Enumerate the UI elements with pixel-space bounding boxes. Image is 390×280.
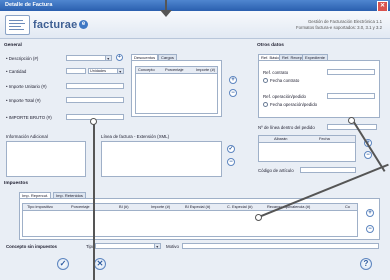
cantidad-input[interactable] xyxy=(66,68,86,74)
column-co: Co xyxy=(345,204,350,209)
codigo-articulo-input[interactable] xyxy=(300,167,356,173)
column-porcentaje: Porcentaje xyxy=(165,67,184,72)
albaran-table: Albarán Fecha xyxy=(258,135,356,162)
column-albaran: Albarán xyxy=(274,136,288,141)
motivo-input[interactable] xyxy=(182,243,379,249)
codigo-articulo-label: Código de artículo xyxy=(258,168,294,173)
column-bi: BI (#) xyxy=(119,204,129,209)
ref-contrato-input[interactable] xyxy=(327,69,375,75)
num-linea-input[interactable] xyxy=(327,124,377,130)
descripcion-add-button[interactable]: + xyxy=(116,54,123,61)
document-logo-icon xyxy=(5,15,30,35)
ref-operacion-label: Ref. operación/pedido xyxy=(263,94,306,99)
fecha-operacion-checkbox[interactable] xyxy=(263,102,268,107)
descripcion-label: • Descripción (#) xyxy=(6,56,39,61)
annotation-dot-bottom xyxy=(255,214,262,221)
importe-total-input[interactable] xyxy=(66,97,124,103)
num-linea-label: Nº de línea dentro del pedido xyxy=(258,125,315,130)
title-bar: Detalle de Factura ✕ xyxy=(0,0,390,12)
extension-xml-textarea[interactable] xyxy=(101,141,222,177)
motivo-label: Motivo xyxy=(166,244,179,249)
concepto-sin-impuestos-label: Concepto sin impuestos xyxy=(6,244,57,249)
fecha-contrato-checkbox[interactable] xyxy=(263,78,268,83)
informacion-adicional-label: Información Adicional xyxy=(6,134,48,139)
descuentos-table-header: Concepto Porcentaje Importe (#) xyxy=(136,67,217,74)
descuentos-panel: Concepto Porcentaje Importe (#) xyxy=(131,60,222,117)
unidad-select[interactable]: Unidades ▼ xyxy=(88,68,124,74)
help-button[interactable]: ? xyxy=(360,258,372,270)
importe-bruto-label: • IMPORTE BRUTO (#) xyxy=(6,115,52,120)
tipo-select[interactable]: ▼ xyxy=(95,243,161,249)
impuestos-panel: Tipo impositivo Porcentaje BI (#) Import… xyxy=(19,198,380,240)
facturae-logo: facturae xyxy=(33,19,78,31)
otros-datos-section-title: Otros datos xyxy=(257,43,284,48)
descuentos-table: Concepto Porcentaje Importe (#) xyxy=(135,66,218,114)
accept-button[interactable]: ✓ xyxy=(57,258,69,270)
extension-edit-button[interactable]: ✓ xyxy=(227,145,235,153)
informacion-adicional-textarea[interactable] xyxy=(6,141,86,177)
supported-formats: Formatos factura-e soportados: 3.0, 3.1 … xyxy=(296,25,382,30)
cantidad-label: • Cantidad xyxy=(6,69,27,74)
column-bi-especial: BI Especial (#) xyxy=(185,204,211,209)
albaran-table-header: Albarán Fecha xyxy=(259,136,355,143)
ref-contrato-label: Ref. contrato xyxy=(263,70,289,75)
ref-operacion-input[interactable] xyxy=(327,93,375,99)
annotation-arrowhead-top xyxy=(160,10,172,17)
extension-clear-button[interactable]: − xyxy=(227,158,235,166)
descuento-add-button[interactable]: + xyxy=(229,76,237,84)
cancel-button[interactable]: ✕ xyxy=(94,258,106,270)
column-c-especial: C. Especial (#) xyxy=(227,204,253,209)
column-importe-imp: Importe (#) xyxy=(151,204,171,209)
column-fecha: Fecha xyxy=(319,136,330,141)
importe-total-label: • Importe Total (#) xyxy=(6,98,41,103)
fecha-operacion-label: Fecha operación/pedido xyxy=(270,102,318,107)
column-concepto: Concepto xyxy=(138,67,155,72)
column-porcentaje-imp: Porcentaje xyxy=(71,204,90,209)
general-section-title: General xyxy=(4,43,22,48)
descuento-remove-button[interactable]: − xyxy=(229,89,237,97)
column-tipo-impositivo: Tipo impositivo xyxy=(27,204,53,209)
annotation-dot-right xyxy=(348,117,355,124)
impuestos-table-header: Tipo impositivo Porcentaje BI (#) Import… xyxy=(23,204,357,211)
annotation-dot-left xyxy=(90,118,97,125)
descripcion-select[interactable]: ▼ xyxy=(66,55,112,61)
annotation-pointer-left xyxy=(93,121,95,280)
window-title: Detalle de Factura xyxy=(5,2,53,8)
impuestos-section-title: Impuestos xyxy=(4,181,28,186)
fecha-contrato-label: Fecha contrato xyxy=(270,78,300,83)
importe-unitario-input[interactable] xyxy=(66,83,124,89)
impuestos-table: Tipo impositivo Porcentaje BI (#) Import… xyxy=(22,203,358,237)
app-subtitle: Gestión de Facturación Electrónica 1.1 xyxy=(307,19,382,24)
extension-xml-label: Línea de factura - Extensión (XML) xyxy=(101,134,170,139)
importe-unitario-label: • Importe Unitario (#) xyxy=(6,84,47,89)
impuesto-add-button[interactable]: + xyxy=(366,209,374,217)
logo-badge-icon: e xyxy=(79,20,88,29)
column-importe: Importe (#) xyxy=(196,67,216,72)
impuesto-remove-button[interactable]: − xyxy=(366,225,374,233)
app-header: facturae e Gestión de Facturación Electr… xyxy=(0,11,390,39)
